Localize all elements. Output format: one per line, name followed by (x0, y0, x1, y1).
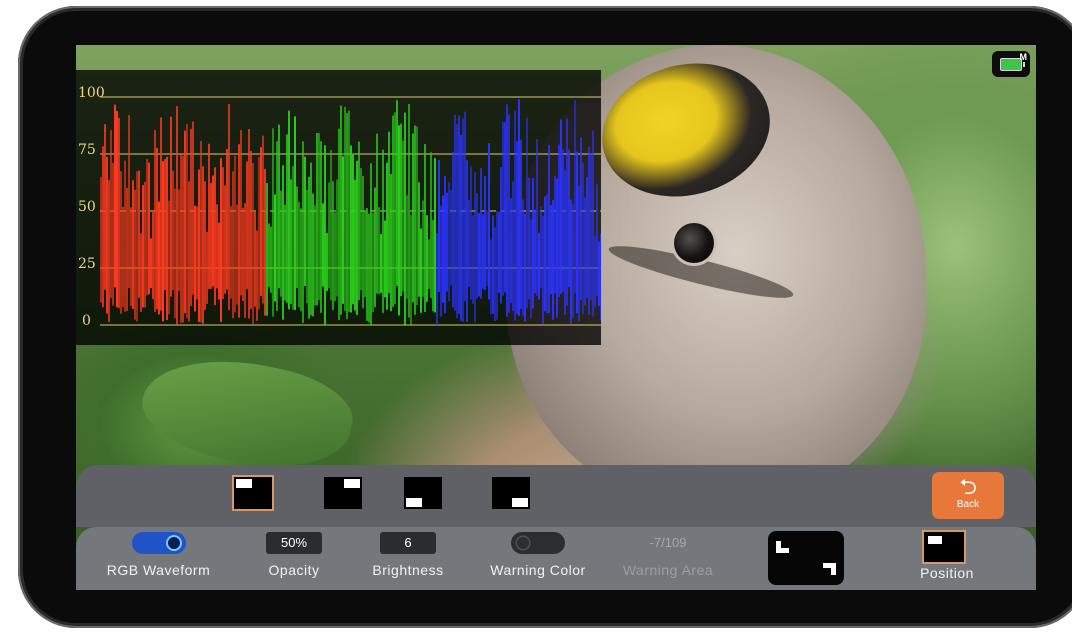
monitor-screen: M 100 75 50 25 0 ⮌ Back RGB Waveform 50%… (76, 45, 1036, 590)
position-label: Position (920, 565, 974, 581)
opacity-label: Opacity (268, 562, 320, 578)
warning-color-toggle[interactable] (511, 532, 565, 554)
corner-top-left-icon (776, 541, 789, 553)
battery-mode-label: M (1019, 52, 1028, 62)
scale-label-0: 0 (82, 313, 91, 329)
opacity-control: 50% Opacity (248, 532, 340, 578)
scale-label-75: 75 (78, 142, 96, 158)
brightness-label: Brightness (372, 562, 444, 578)
scale-label-100: 100 (78, 85, 105, 101)
opacity-value[interactable]: 50% (266, 532, 322, 554)
scale-label-50: 50 (78, 199, 96, 215)
scale-label-25: 25 (78, 256, 96, 272)
battery-icon: M (992, 51, 1030, 77)
warning-area-control: -7/109 Warning Area (612, 532, 724, 578)
warning-color-label: Warning Color (490, 562, 586, 578)
position-widget[interactable] (924, 532, 964, 562)
warning-color-control: Warning Color (478, 532, 598, 578)
waveform-plot (100, 96, 601, 326)
brightness-control: 6 Brightness (360, 532, 456, 578)
settings-bar: RGB Waveform 50% Opacity 6 Brightness Wa… (76, 527, 1036, 590)
red-channel-trace (100, 104, 266, 325)
rgb-waveform-label: RGB Waveform (106, 562, 211, 578)
position-toolbar: ⮌ Back (76, 465, 1036, 527)
bird-eye-image (674, 223, 714, 263)
green-channel-trace (266, 100, 436, 325)
warning-area-label: Warning Area (622, 562, 714, 578)
position-option-top-right[interactable] (324, 477, 362, 509)
rgb-waveform-toggle[interactable] (131, 532, 186, 554)
blue-channel-trace (436, 98, 601, 325)
warning-area-widget[interactable] (768, 531, 844, 585)
back-button[interactable]: ⮌ Back (932, 472, 1004, 519)
position-option-bottom-right[interactable] (492, 477, 530, 509)
warning-area-value: -7/109 (649, 535, 687, 550)
rgb-waveform-control: RGB Waveform (96, 532, 221, 578)
position-option-bottom-left[interactable] (404, 477, 442, 509)
position-option-top-left[interactable] (234, 477, 272, 509)
back-arrow-icon: ⮌ (959, 474, 977, 499)
brightness-value[interactable]: 6 (380, 532, 436, 554)
corner-bottom-right-icon (823, 563, 836, 575)
rgb-waveform-overlay: 100 75 50 25 0 (76, 70, 601, 345)
back-button-label: Back (956, 499, 980, 510)
